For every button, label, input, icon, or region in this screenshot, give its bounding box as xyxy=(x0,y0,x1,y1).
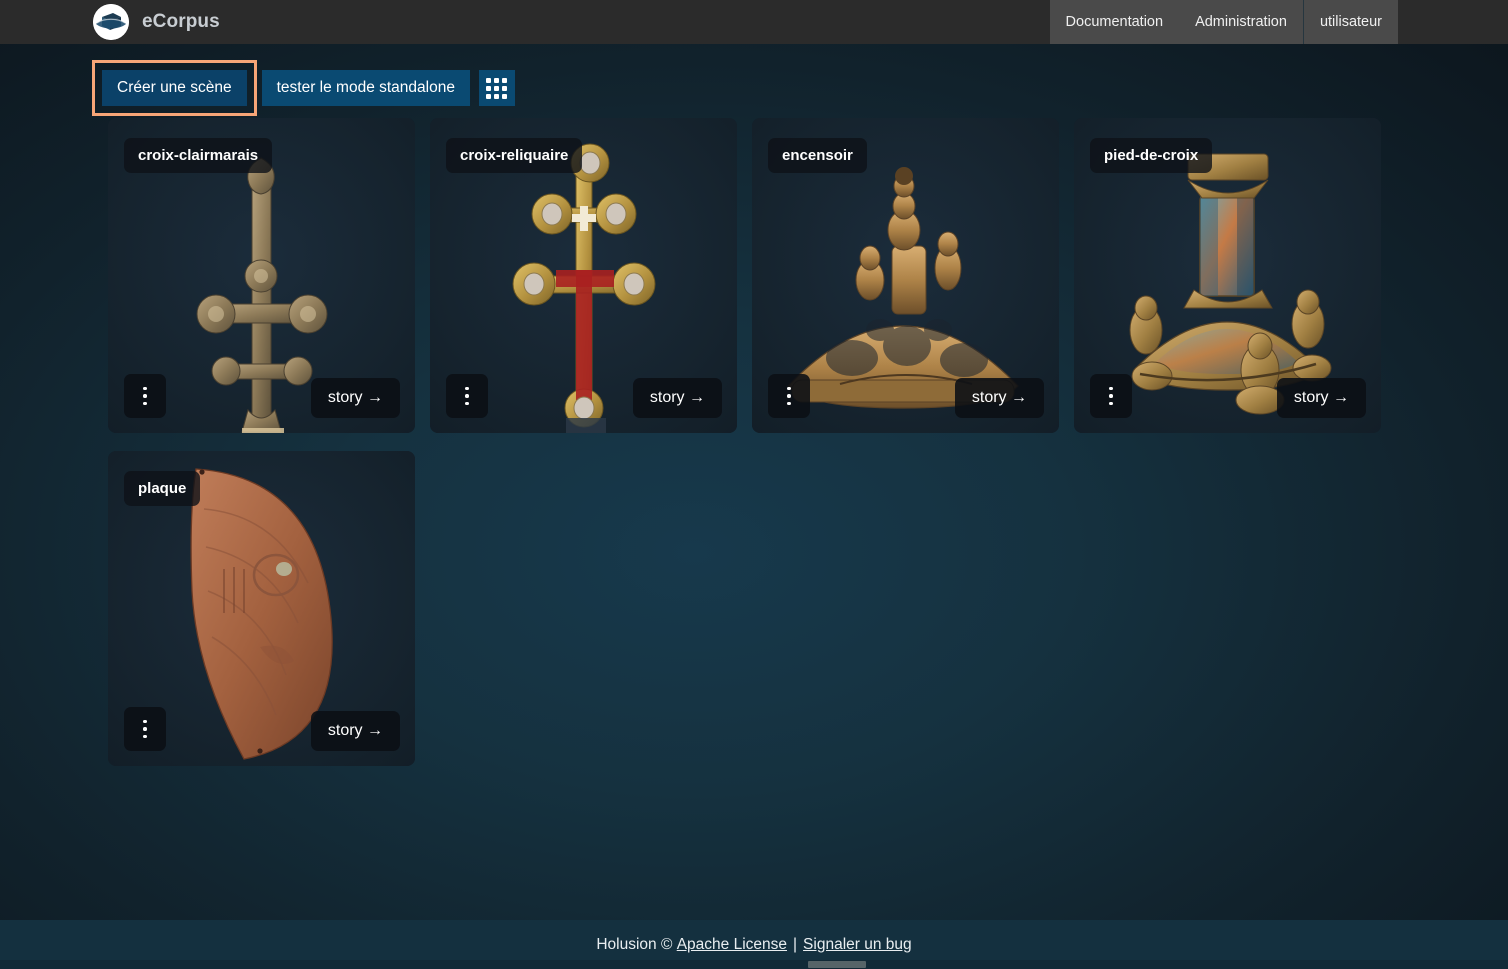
kebab-menu-icon[interactable] xyxy=(124,707,166,751)
story-button[interactable]: story → xyxy=(310,711,400,751)
app-header: eCorpus Documentation Administration uti… xyxy=(0,0,1508,44)
scene-card[interactable]: croix-clairmarais story → xyxy=(108,118,415,433)
grid-view-toggle-button[interactable] xyxy=(478,70,515,106)
scene-card[interactable]: croix-reliquaire story → xyxy=(430,118,737,433)
brand[interactable]: eCorpus xyxy=(93,0,220,44)
nav-item-administration[interactable]: Administration xyxy=(1179,0,1303,44)
kebab-menu-icon[interactable] xyxy=(446,374,488,418)
nav-item-utilisateur[interactable]: utilisateur xyxy=(1302,0,1398,44)
horizontal-scrollbar-thumb[interactable] xyxy=(808,961,866,968)
story-button[interactable]: story → xyxy=(954,378,1044,418)
horizontal-scrollbar[interactable] xyxy=(0,960,1508,969)
test-standalone-mode-button[interactable]: tester le mode standalone xyxy=(261,70,470,106)
story-button[interactable]: story → xyxy=(310,378,400,418)
story-button[interactable]: story → xyxy=(632,378,722,418)
main-navigation: Documentation Administration utilisateur xyxy=(1049,0,1398,44)
grid-view-icon xyxy=(486,77,508,99)
scene-card-title: plaque xyxy=(124,471,201,506)
scene-card[interactable]: encensoir story → xyxy=(752,118,1059,433)
kebab-menu-icon[interactable] xyxy=(768,374,810,418)
scene-card-title: encensoir xyxy=(768,138,867,173)
nav-item-documentation[interactable]: Documentation xyxy=(1050,0,1180,44)
scene-grid: croix-clairmarais story → croix-reliquai… xyxy=(108,118,1408,766)
scene-card-title: croix-reliquaire xyxy=(446,138,583,173)
report-bug-link[interactable]: Signaler un bug xyxy=(803,936,912,954)
ecorpus-logo-icon xyxy=(93,4,129,40)
scene-card[interactable]: pied-de-croix story → xyxy=(1074,118,1381,433)
footer-separator: | xyxy=(793,935,798,953)
footer-copyright: Holusion © xyxy=(596,935,673,953)
scene-toolbar: Créer une scène tester le mode standalon… xyxy=(92,60,515,116)
scene-card[interactable]: plaque story → xyxy=(108,451,415,766)
kebab-menu-icon[interactable] xyxy=(1090,374,1132,418)
create-scene-focus-ring: Créer une scène xyxy=(92,60,257,116)
brand-name: eCorpus xyxy=(142,11,220,32)
apache-license-link[interactable]: Apache License xyxy=(677,936,787,954)
create-scene-button[interactable]: Créer une scène xyxy=(102,70,247,106)
kebab-menu-icon[interactable] xyxy=(124,374,166,418)
story-button[interactable]: story → xyxy=(1276,378,1366,418)
scene-card-title: pied-de-croix xyxy=(1090,138,1213,173)
scene-card-title: croix-clairmarais xyxy=(124,138,273,173)
